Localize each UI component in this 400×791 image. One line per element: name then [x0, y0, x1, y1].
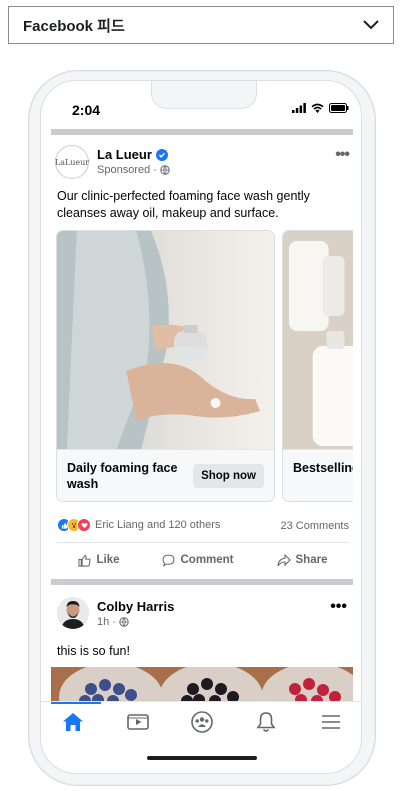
home-indicator[interactable] [147, 756, 257, 760]
share-icon [276, 553, 291, 566]
comments-count[interactable]: 23 Comments [281, 520, 349, 532]
nav-menu[interactable] [311, 707, 351, 737]
separator-dot: · [112, 616, 116, 628]
verified-badge-icon [155, 148, 168, 161]
placement-label: Facebook 피드 [23, 17, 125, 35]
like-label: Like [96, 554, 120, 566]
post-subtitle: Sponsored · [97, 164, 170, 176]
post-options-button[interactable]: ••• [335, 147, 350, 163]
post-body: this is so fun! [57, 644, 130, 658]
signal-icon [292, 103, 306, 113]
chevron-down-icon[interactable] [361, 15, 381, 35]
reactions-summary[interactable]: Eric Liang and 120 others [57, 518, 220, 532]
post-time: 1h · [97, 616, 129, 628]
share-button[interactable]: Share [276, 547, 328, 573]
globe-icon [160, 165, 170, 175]
status-icons [292, 103, 349, 113]
placement-selector[interactable]: Facebook 피드 [8, 6, 394, 44]
feed-divider [51, 129, 353, 135]
reaction-icons [57, 518, 91, 532]
reactions-text: Eric Liang and 120 others [95, 519, 221, 531]
groups-icon [191, 710, 213, 733]
like-button[interactable]: Like [78, 547, 120, 573]
carousel[interactable]: Daily foaming face wash Shop now Bestsel… [56, 230, 353, 502]
notifications-icon [256, 711, 276, 732]
menu-icon [321, 714, 340, 729]
page-name[interactable]: La Lueur [97, 147, 168, 162]
page-avatar[interactable]: LaLueur [55, 145, 89, 179]
card-title: Bestselling everyday m [293, 461, 353, 475]
card-footer: Daily foaming face wash Shop now [57, 449, 274, 501]
page-name-text: La Lueur [97, 147, 152, 162]
card-footer: Bestselling everyday m [283, 449, 353, 501]
nav-video[interactable] [118, 707, 158, 737]
wifi-icon [311, 103, 324, 113]
product-photo-hands [57, 231, 274, 449]
status-bar: 2:04 [41, 81, 361, 125]
home-icon [63, 712, 84, 731]
post-options-button[interactable]: ••• [330, 599, 347, 615]
globe-icon [119, 617, 129, 627]
post-actions: Like Comment Share [57, 547, 349, 573]
shop-now-button[interactable]: Shop now [193, 464, 264, 488]
nav-active-indicator [51, 702, 101, 704]
product-photo-bottles [283, 231, 353, 449]
nav-home[interactable] [53, 707, 93, 737]
comment-button[interactable]: Comment [162, 547, 234, 573]
nav-groups[interactable] [182, 707, 222, 737]
carousel-card[interactable]: Daily foaming face wash Shop now [56, 230, 275, 502]
card-title: Daily foaming face wash [67, 461, 178, 491]
share-label: Share [295, 554, 328, 566]
nav-notifications[interactable] [246, 707, 286, 737]
user-name[interactable]: Colby Harris [97, 599, 174, 614]
bottom-nav [41, 701, 361, 741]
carousel-card[interactable]: Bestselling everyday m [282, 230, 353, 502]
user-avatar[interactable] [57, 597, 89, 629]
separator-dot: · [153, 164, 157, 176]
post-time-text: 1h [97, 616, 110, 628]
sponsored-label: Sponsored [97, 164, 151, 176]
battery-icon [329, 103, 349, 113]
actions-divider [57, 542, 349, 543]
post-body: Our clinic-perfected foaming face wash g… [57, 189, 310, 220]
video-icon [126, 713, 149, 730]
thumbs-up-icon [78, 554, 92, 567]
comment-icon [163, 554, 175, 567]
page-avatar-logo: LaLueur [54, 157, 90, 167]
feed-divider [51, 579, 353, 585]
phone-screen: 2:04 LaLueur La Lueur Sponsored · ••• Ou… [40, 80, 362, 774]
status-time: 2:04 [72, 102, 101, 118]
love-reaction-icon [77, 518, 91, 532]
comment-label: Comment [180, 554, 234, 566]
user-avatar-photo [57, 597, 89, 629]
